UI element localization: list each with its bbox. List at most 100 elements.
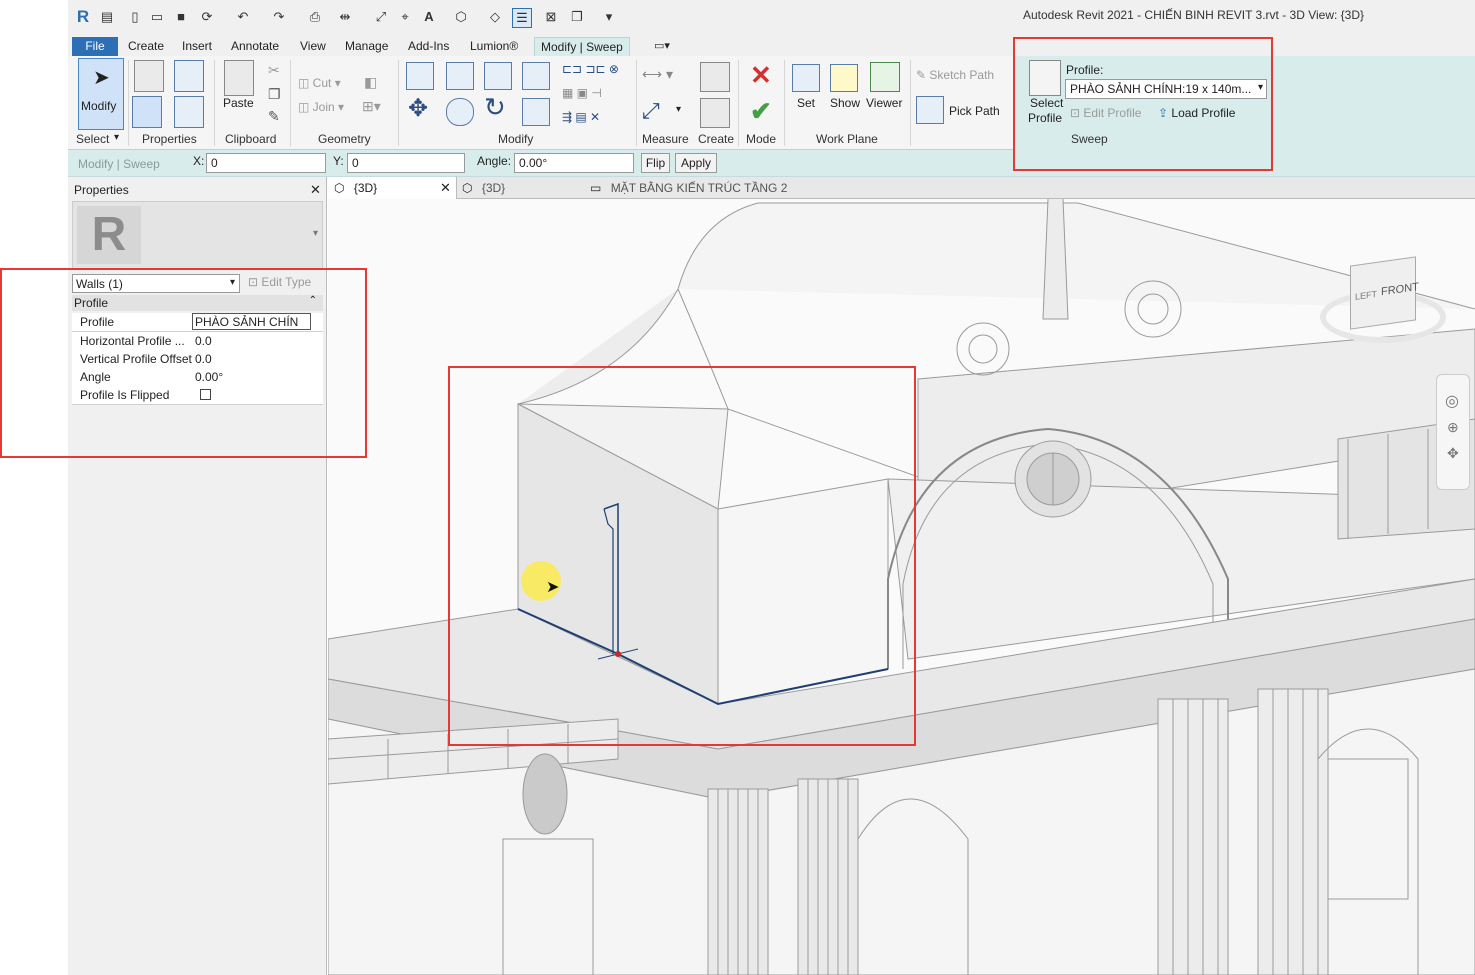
family-category-icon[interactable] (174, 96, 204, 128)
viewcube[interactable]: FRONT LEFT (1350, 256, 1419, 330)
customize-qat-icon[interactable]: ▾ (600, 8, 618, 26)
section-icon[interactable]: ◇ (486, 8, 504, 26)
align-icon[interactable] (406, 62, 434, 90)
modify-tool-button[interactable]: ➤ Modify (78, 58, 124, 130)
trim-extend-icon[interactable] (522, 98, 550, 126)
show-label[interactable]: Show (830, 96, 860, 110)
view-tab-3d[interactable]: ⬡ {3D} (462, 177, 582, 199)
mirror-draw-icon[interactable] (522, 62, 550, 90)
select-dropdown-icon[interactable]: ▾ (114, 132, 119, 143)
close-icon[interactable]: ✕ (310, 182, 321, 198)
redo-icon[interactable]: ↷ (270, 8, 288, 26)
rotate-icon[interactable]: ↻ (484, 92, 506, 123)
viewcube-front-face[interactable]: FRONT (1381, 281, 1419, 298)
panel-separator (784, 60, 785, 146)
panel-select-label[interactable]: Select (76, 132, 109, 146)
flip-button[interactable]: Flip (641, 153, 670, 173)
paste-icon[interactable] (224, 60, 254, 96)
properties-title: Properties (74, 183, 129, 197)
tab-annotate[interactable]: Annotate (231, 37, 279, 56)
tab-modify-sweep[interactable]: Modify | Sweep (534, 37, 630, 57)
ribbon-options-icon[interactable]: ▭▾ (654, 37, 670, 56)
viewer-label[interactable]: Viewer (866, 96, 902, 110)
create-group-icon[interactable] (700, 98, 730, 128)
panel-separator (214, 60, 215, 146)
cut-scissors-icon[interactable]: ✂ (268, 62, 280, 79)
set-label[interactable]: Set (797, 96, 815, 110)
tab-file[interactable]: File (72, 37, 118, 56)
switch-windows-icon[interactable]: ❐ (568, 8, 586, 26)
dimension-icon[interactable]: ⤢ (372, 8, 390, 26)
copy-element-icon[interactable] (446, 98, 474, 126)
tag-icon[interactable]: ⌖ (396, 8, 414, 26)
tab-create[interactable]: Create (128, 37, 164, 56)
thin-lines-icon[interactable]: ☰ (512, 8, 532, 28)
panel-separator (128, 60, 129, 146)
join-icon: ◫ (298, 100, 313, 114)
family-types-icon[interactable] (132, 96, 162, 128)
close-tab-icon[interactable]: ✕ (440, 177, 451, 199)
move-icon[interactable]: ✥ (408, 94, 428, 123)
zoom-icon[interactable]: ⊕ (1447, 419, 1459, 436)
scale-icon[interactable]: ⇶ ▤ ✕ (562, 110, 600, 124)
properties-icon[interactable] (134, 60, 164, 92)
steering-wheel-icon[interactable]: ◎ (1445, 391, 1459, 411)
x-input[interactable]: 0 (206, 153, 326, 173)
measure-dropdown-icon[interactable]: ▾ (676, 104, 681, 115)
tab-add-ins[interactable]: Add-Ins (408, 37, 449, 56)
join-geometry-button[interactable]: ◫ Join ▾ (298, 100, 344, 114)
pick-path-label[interactable]: Pick Path (949, 104, 1000, 118)
save-icon[interactable]: ■ (172, 8, 190, 26)
tab-view[interactable]: View (300, 37, 326, 56)
viewcube-left-face[interactable]: LEFT (1355, 289, 1377, 302)
panel-mode-label: Mode (746, 132, 777, 146)
new-icon[interactable]: ▯ (126, 8, 144, 26)
offset-icon[interactable] (446, 62, 474, 90)
angle-label: Angle: (477, 154, 512, 168)
type-chevron-icon[interactable]: ▾ (313, 228, 318, 239)
sketch-path-button[interactable]: ✎ Sketch Path (916, 68, 994, 82)
tab-insert[interactable]: Insert (182, 37, 212, 56)
mirror-axis-icon[interactable] (484, 62, 512, 90)
pan-icon[interactable]: ✥ (1447, 445, 1459, 462)
copy-icon[interactable]: ❐ (268, 86, 281, 103)
paste-label[interactable]: Paste (223, 96, 254, 110)
wall-joins-icon[interactable]: ◧ (364, 74, 377, 91)
pick-path-icon[interactable] (916, 96, 944, 124)
cut-geometry-button[interactable]: ◫ Cut ▾ (298, 76, 341, 90)
cancel-edit-icon[interactable]: ✕ (750, 60, 772, 91)
measure-icon[interactable]: ⇹ (336, 8, 354, 26)
undo-icon[interactable]: ↶ (234, 8, 252, 26)
tab-lumion[interactable]: Lumion® (470, 37, 518, 56)
tab-manage[interactable]: Manage (345, 37, 388, 56)
close-hidden-icon[interactable]: ⊠ (542, 8, 560, 26)
create-similar-icon[interactable] (700, 62, 730, 92)
viewer-icon[interactable] (870, 62, 900, 92)
angle-input[interactable]: 0.00° (514, 153, 634, 173)
text-icon[interactable]: A (420, 8, 438, 26)
split-element-icon[interactable]: ⊏⊐ ⊐⊏ ⊗ (562, 62, 619, 76)
open-icon[interactable]: ▭ (148, 8, 166, 26)
3d-view-icon[interactable]: ⬡ (452, 8, 470, 26)
show-workplane-icon[interactable] (830, 64, 858, 92)
view-tab-3d-active[interactable]: ⬡ {3D} ✕ (328, 177, 457, 199)
dimension-aligned-icon[interactable]: ⤢ (642, 98, 660, 124)
split-face-icon[interactable]: ⊞▾ (362, 98, 381, 115)
highlight-box-sweep-model (448, 366, 916, 746)
print-icon[interactable]: ⎙ (306, 8, 324, 26)
match-properties-icon[interactable]: ✎ (268, 108, 280, 125)
revit-logo-icon[interactable]: R (74, 8, 92, 26)
array-icon[interactable]: ▦ ▣ ⊣ (562, 86, 602, 100)
panel-geometry-label: Geometry (318, 132, 371, 146)
sketch-path-label: Sketch Path (929, 68, 995, 82)
set-workplane-icon[interactable] (792, 64, 820, 92)
measure-distance-icon[interactable]: ⟷ ▾ (642, 66, 673, 83)
finish-edit-icon[interactable]: ✔ (750, 96, 772, 127)
view-tab-floor-plan[interactable]: ▭ MẶT BẰNG KIẾN TRÚC TẦNG 2 (590, 177, 850, 199)
apply-button[interactable]: Apply (675, 153, 717, 173)
sync-icon[interactable]: ⟳ (198, 8, 216, 26)
type-properties-icon[interactable] (174, 60, 204, 92)
properties-empty-area (72, 405, 323, 965)
home-icon[interactable]: ▤ (98, 8, 116, 26)
y-input[interactable]: 0 (347, 153, 465, 173)
